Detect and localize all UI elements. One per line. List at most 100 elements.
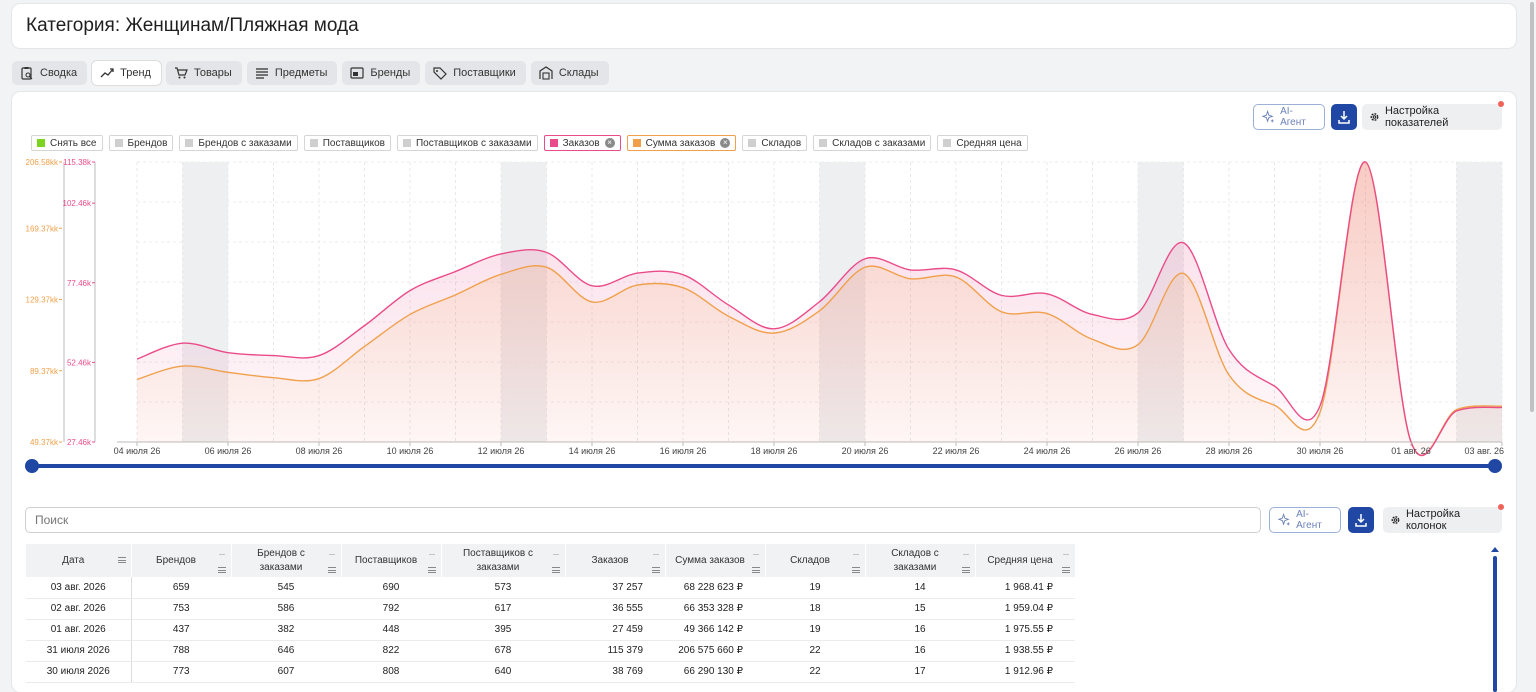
legend-orders[interactable]: Заказов × xyxy=(543,135,621,151)
table-scroll-up-icon[interactable] xyxy=(1491,547,1499,552)
tab-suppliers[interactable]: Поставщики xyxy=(425,61,526,85)
y-tick-label: 129.37kk xyxy=(26,296,59,305)
clipboard-search-icon xyxy=(21,67,33,80)
y-tick-label: 89.37kk xyxy=(30,367,59,376)
tab-label: Сводка xyxy=(40,67,78,79)
header-label: Дата xyxy=(62,554,85,566)
range-slider-track[interactable] xyxy=(32,464,1495,468)
tab-trend[interactable]: Тренд xyxy=(92,61,161,85)
cell-suppliers-with-orders: 640 xyxy=(441,661,565,683)
legend-avg-price[interactable]: Средняя цена xyxy=(937,135,1028,151)
column-header-date[interactable]: Дата xyxy=(26,544,132,577)
chart-legend: Снять все Брендов Брендов с заказами Пос… xyxy=(31,135,1028,151)
table-scrollbar[interactable] xyxy=(1493,556,1497,692)
x-tick-label: 26 июля 26 xyxy=(1115,446,1162,456)
column-header-avg-price[interactable]: Средняя цена ··· xyxy=(975,544,1076,577)
more-icon[interactable]: ··· xyxy=(429,547,436,561)
y-tick-label: 169.37kk xyxy=(26,224,59,233)
download-table-button[interactable] xyxy=(1348,507,1374,533)
column-header-orders[interactable]: Заказов ··· xyxy=(565,544,666,577)
column-menu-icon[interactable] xyxy=(1061,567,1070,573)
legend-warehouses-with-orders[interactable]: Складов с заказами xyxy=(813,135,932,151)
tab-brands[interactable]: Бренды xyxy=(342,61,421,85)
more-icon[interactable]: ··· xyxy=(219,547,226,561)
cell-suppliers: 792 xyxy=(341,598,441,620)
more-icon[interactable]: ··· xyxy=(853,547,860,561)
column-menu-icon[interactable] xyxy=(851,567,860,573)
x-tick-label: 01 авг. 26 xyxy=(1391,446,1431,456)
legend-swatch xyxy=(402,139,411,147)
table-row[interactable]: 02 авг. 2026 753 586 792 617 36 555 66 3… xyxy=(26,598,1075,620)
cell-avg-price: 1 975.55 ₽ xyxy=(975,619,1075,641)
tab-summary[interactable]: Сводка xyxy=(12,61,88,85)
more-icon[interactable]: ··· xyxy=(653,547,660,561)
more-icon[interactable]: ··· xyxy=(553,547,560,561)
cell-brands: 659 xyxy=(131,577,231,599)
page-title: Категория: Женщинам/Пляжная мода xyxy=(26,15,359,36)
column-menu-icon[interactable] xyxy=(217,567,226,573)
x-tick-label: 03 авг. 26 xyxy=(1465,446,1505,456)
more-icon[interactable]: ··· xyxy=(1063,547,1070,561)
legend-brands-with-orders[interactable]: Брендов с заказами xyxy=(179,135,298,151)
trend-icon xyxy=(100,68,114,78)
table-ai-agent-button[interactable]: AI-Агент xyxy=(1269,507,1341,533)
column-header-brands-with-orders[interactable]: Брендов с заказами ··· xyxy=(231,544,342,577)
legend-warehouses[interactable]: Складов xyxy=(742,135,808,151)
table-row[interactable]: 31 июля 2026 788 646 822 678 115 379 206… xyxy=(26,640,1075,662)
remove-icon[interactable]: × xyxy=(720,138,731,148)
tab-label: Товары xyxy=(193,67,232,79)
column-header-warehouses-with-orders[interactable]: Складов с заказами ··· xyxy=(865,544,976,577)
column-header-brands[interactable]: Брендов ··· xyxy=(131,544,232,577)
more-icon[interactable]: ··· xyxy=(963,547,970,561)
column-menu-icon[interactable] xyxy=(651,567,660,573)
cell-warehouses-with-orders: 17 xyxy=(865,661,975,683)
cell-suppliers: 690 xyxy=(341,577,441,599)
cell-warehouses: 19 xyxy=(765,577,865,599)
column-header-order-sum[interactable]: Сумма заказов ··· xyxy=(665,544,766,577)
table-row[interactable]: 30 июля 2026 773 607 808 640 38 769 66 2… xyxy=(26,661,1075,683)
remove-icon[interactable]: × xyxy=(604,138,615,148)
sparkle-icon xyxy=(1278,513,1291,526)
tab-subjects[interactable]: Предметы xyxy=(246,61,338,85)
x-tick-label: 18 июля 26 xyxy=(751,446,798,456)
legend-label: Средняя цена xyxy=(956,137,1022,149)
tab-products[interactable]: Товары xyxy=(165,61,242,85)
cell-warehouses: 19 xyxy=(765,619,865,641)
range-slider-end-handle[interactable] xyxy=(1488,459,1502,473)
cell-brands-with-orders: 382 xyxy=(231,619,341,641)
ai-agent-button[interactable]: AI-Агент xyxy=(1253,104,1325,130)
legend-label: Снять все xyxy=(50,137,97,149)
columns-settings-button[interactable]: Настройка колонок xyxy=(1383,507,1502,533)
column-menu-icon[interactable] xyxy=(751,567,760,573)
more-icon[interactable]: ··· xyxy=(753,547,760,561)
metrics-settings-button[interactable]: Настройка показателей xyxy=(1362,104,1502,130)
search-input[interactable] xyxy=(25,507,1261,533)
column-header-warehouses[interactable]: Складов ··· xyxy=(765,544,866,577)
column-header-suppliers[interactable]: Поставщиков ··· xyxy=(341,544,442,577)
column-menu-icon[interactable] xyxy=(551,567,560,573)
table-row[interactable]: 03 авг. 2026 659 545 690 573 37 257 68 2… xyxy=(26,577,1075,599)
legend-suppliers[interactable]: Поставщиков xyxy=(303,135,391,151)
page-scrollbar-thumb[interactable] xyxy=(1530,2,1534,412)
legend-clear-all[interactable]: Снять все xyxy=(31,135,103,151)
legend-suppliers-with-orders[interactable]: Поставщиков с заказами xyxy=(396,135,538,151)
column-menu-icon[interactable] xyxy=(327,567,336,573)
header-label: Поставщиков xyxy=(354,554,418,566)
cell-warehouses: 22 xyxy=(765,640,865,662)
column-menu-icon[interactable] xyxy=(961,567,970,573)
table-row[interactable]: 01 авг. 2026 437 382 448 395 27 459 49 3… xyxy=(26,619,1075,641)
y-tick-label: 49.37kk xyxy=(30,438,59,447)
column-menu-icon[interactable] xyxy=(117,557,126,563)
more-icon[interactable]: ··· xyxy=(329,547,336,561)
legend-brands[interactable]: Брендов xyxy=(108,135,174,151)
download-icon xyxy=(1355,514,1367,527)
header-label: Складов xyxy=(790,554,830,566)
download-chart-button[interactable] xyxy=(1331,104,1357,130)
column-menu-icon[interactable] xyxy=(427,567,436,573)
range-slider-start-handle[interactable] xyxy=(25,459,39,473)
legend-order-sum[interactable]: Сумма заказов × xyxy=(626,135,737,151)
cell-suppliers: 822 xyxy=(341,640,441,662)
column-header-suppliers-with-orders[interactable]: Поставщиков с заказами ··· xyxy=(441,544,566,577)
tab-warehouses[interactable]: Склады xyxy=(530,61,609,85)
page-scrollbar[interactable] xyxy=(1528,0,1536,680)
